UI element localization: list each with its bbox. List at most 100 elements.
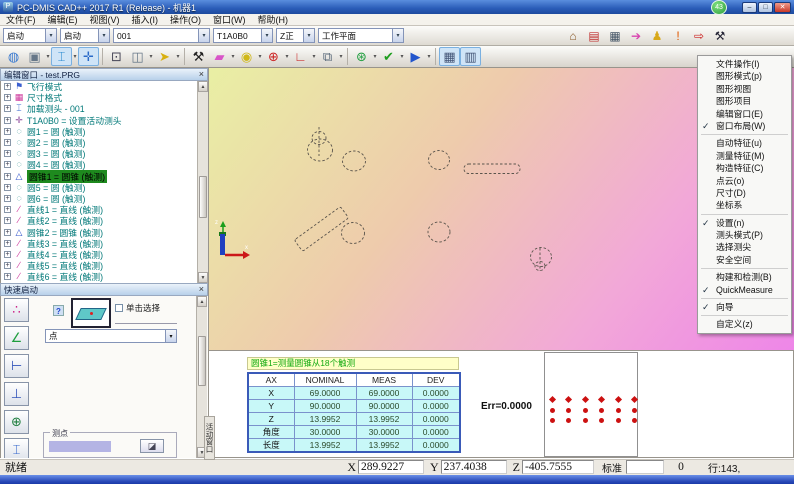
report-design-icon[interactable]: ▤	[584, 27, 604, 44]
context-menu-item[interactable]: 测量特征(M)	[699, 150, 790, 162]
customize-toolbars-icon[interactable]: ⚒	[710, 27, 730, 44]
expander-icon[interactable]: +	[4, 128, 11, 135]
context-menu-item[interactable]: 自动特征(u)	[699, 137, 790, 149]
report-toggle-icon[interactable]: ▦	[439, 47, 460, 66]
menu-item[interactable]: 窗口(W)	[207, 13, 252, 26]
circle-feature-icon[interactable]: ◉	[236, 47, 257, 66]
context-menu-item[interactable]: 测头模式(P)	[699, 229, 790, 241]
context-menu-item[interactable]: ✓设置(n)	[699, 217, 790, 229]
expander-icon[interactable]: +	[4, 150, 11, 157]
context-menu-item[interactable]: ✓向导	[699, 301, 790, 313]
menu-item[interactable]: 视图(V)	[84, 13, 126, 26]
view-button[interactable]: ◪	[140, 439, 164, 453]
label-layout-icon[interactable]: ➔	[626, 27, 646, 44]
minimize-button[interactable]: –	[742, 2, 757, 13]
alignment-axes-icon[interactable]: ∟	[290, 47, 311, 66]
expander-icon[interactable]: +	[4, 105, 11, 112]
chevron-down-icon[interactable]: ▾	[165, 330, 176, 342]
expander-icon[interactable]: +	[4, 240, 11, 247]
part-model-icon[interactable]: ⌂	[563, 27, 583, 44]
confirm-check-icon[interactable]: ✔	[378, 47, 399, 66]
expander-icon[interactable]: +	[4, 206, 11, 213]
break-point-icon[interactable]: !	[668, 27, 688, 44]
report-window-icon[interactable]: ▦	[605, 27, 625, 44]
view-cube-icon[interactable]: ◫	[127, 47, 148, 66]
expander-icon[interactable]: +	[4, 262, 11, 269]
context-menu-item[interactable]: 构建和检测(B)	[699, 271, 790, 283]
expander-icon[interactable]: +	[4, 184, 11, 191]
chevron-down-icon[interactable]: ▾	[338, 53, 344, 60]
expander-icon[interactable]: +	[4, 251, 11, 258]
measured-points-icon[interactable]: ∴	[4, 298, 29, 322]
chevron-down-icon[interactable]: ▾	[303, 29, 314, 42]
context-menu-item[interactable]: 安全空间	[699, 254, 790, 266]
expander-icon[interactable]: +	[4, 83, 11, 90]
feature-type-select[interactable]: 点 ▾	[45, 329, 177, 343]
notification-badge[interactable]: 43	[711, 0, 727, 15]
chevron-down-icon[interactable]: ▾	[45, 29, 56, 42]
menu-item[interactable]: 帮助(H)	[252, 13, 295, 26]
context-menu-item[interactable]: 文件操作(I)	[699, 58, 790, 70]
probe-mode-icon[interactable]: ⌶	[51, 47, 72, 66]
close-button[interactable]: ✕	[774, 2, 791, 13]
expander-icon[interactable]: +	[4, 195, 11, 202]
export-excel-icon[interactable]: ⇨	[689, 27, 709, 44]
menu-item[interactable]: 编辑(E)	[42, 13, 84, 26]
target-icon[interactable]: ⊕	[4, 410, 29, 434]
menu-item[interactable]: 插入(I)	[126, 13, 165, 26]
chevron-down-icon[interactable]: ▾	[175, 53, 181, 60]
close-icon[interactable]: ×	[199, 285, 204, 294]
toolbar-combobox[interactable]: T1A0B0▾	[213, 28, 273, 43]
expander-icon[interactable]: +	[4, 217, 11, 224]
plane-feature-icon[interactable]: ▰	[209, 47, 230, 66]
context-menu-item[interactable]: 点云(o)	[699, 175, 790, 187]
context-menu-item[interactable]: 选择测尖	[699, 241, 790, 253]
goto-arrow-icon[interactable]: ➤	[154, 47, 175, 66]
copy-pattern-icon[interactable]: ⧉	[317, 47, 338, 66]
maximize-button[interactable]: □	[758, 2, 773, 13]
pan-view-icon[interactable]: ✛	[78, 47, 99, 66]
menu-item[interactable]: 操作(O)	[164, 13, 207, 26]
chevron-down-icon[interactable]: ▾	[98, 29, 109, 42]
expander-icon[interactable]: +	[4, 229, 11, 236]
toolbar-combobox[interactable]: 001▾	[113, 28, 210, 43]
view-setup-icon[interactable]: ▣	[24, 47, 45, 66]
context-menu-item[interactable]: 坐标系	[699, 199, 790, 211]
context-menu-item[interactable]: 构造特征(C)	[699, 162, 790, 174]
scroll-up-icon[interactable]: ▲	[198, 81, 208, 92]
comment-icon[interactable]: ⊡	[106, 47, 127, 66]
context-menu-item[interactable]: ✓窗口布局(W)	[699, 120, 790, 132]
context-menu-item[interactable]: 自定义(z)	[699, 318, 790, 330]
tree-item[interactable]: +∕直线6 = 直线 (触测)	[1, 271, 208, 282]
hardware-icon[interactable]: ⚒	[188, 47, 209, 66]
toolbar-combobox[interactable]: 工作平面▾	[318, 28, 404, 43]
vector-axes-icon[interactable]: ∠	[4, 326, 29, 350]
gauge-icon[interactable]: ⊥	[4, 382, 29, 406]
menu-item[interactable]: 文件(F)	[0, 13, 42, 26]
chevron-down-icon[interactable]: ▾	[198, 29, 209, 42]
expander-icon[interactable]: +	[4, 273, 11, 280]
help-icon[interactable]: ?	[53, 305, 64, 316]
simulate-icon[interactable]: ♟	[647, 27, 667, 44]
context-menu-item[interactable]: 图形模式(p)	[699, 70, 790, 82]
context-menu-item[interactable]: 图形项目	[699, 95, 790, 107]
toolbar-combobox[interactable]: Z正▾	[276, 28, 315, 43]
context-menu-item[interactable]: 编辑窗口(E)	[699, 108, 790, 120]
checkbox[interactable]	[115, 304, 123, 312]
scroll-up-icon[interactable]: ▲	[197, 296, 207, 307]
toolbar-combobox[interactable]: 启动▾	[3, 28, 57, 43]
chevron-down-icon[interactable]: ▾	[261, 29, 272, 42]
click-select-option[interactable]: 单击选择	[115, 302, 160, 314]
expander-icon[interactable]: +	[4, 173, 11, 180]
close-icon[interactable]: ×	[199, 70, 204, 79]
toolbar-combobox[interactable]: 启动▾	[60, 28, 110, 43]
layout-toggle-icon[interactable]: ▥	[460, 47, 481, 66]
scroll-down-icon[interactable]: ▼	[198, 272, 208, 283]
probe-icon[interactable]: ⌶	[4, 438, 29, 458]
auto-point-icon[interactable]: ⊛	[351, 47, 372, 66]
target-feature-icon[interactable]: ⊕	[263, 47, 284, 66]
tree-scrollbar[interactable]: ▲ ▼	[197, 81, 208, 283]
caliper-icon[interactable]: ⊢	[4, 354, 29, 378]
chevron-down-icon[interactable]: ▾	[392, 29, 403, 42]
context-menu-item[interactable]: 图形视图	[699, 83, 790, 95]
